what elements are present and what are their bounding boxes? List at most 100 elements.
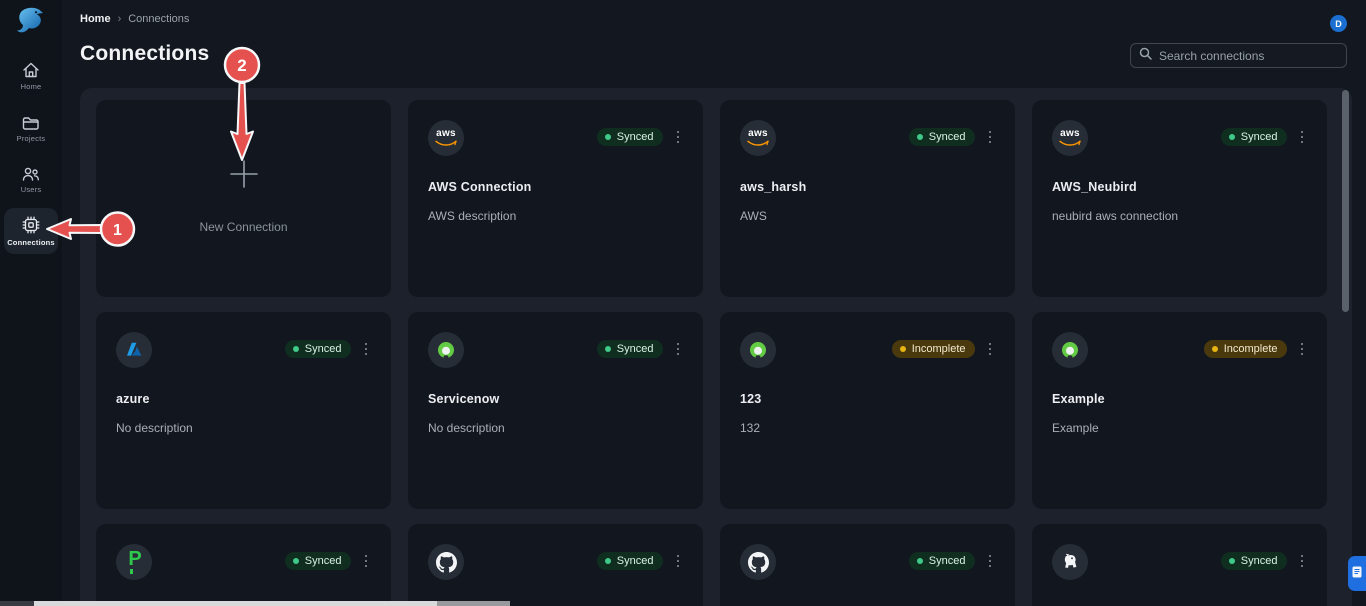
projects-icon [21, 114, 41, 131]
search-input[interactable] [1159, 49, 1338, 63]
sidebar-item-users[interactable]: Users [4, 156, 58, 202]
horizontal-scrollbar-segment [0, 601, 34, 606]
kebab-menu-icon[interactable] [361, 553, 372, 570]
status-label: Synced [617, 131, 654, 143]
docs-widget-button[interactable] [1348, 556, 1366, 591]
status-badge: Synced [597, 552, 663, 570]
connection-card[interactable]: Synced [1032, 524, 1327, 606]
document-icon [1352, 565, 1362, 583]
breadcrumb-home[interactable]: Home [80, 13, 111, 25]
kebab-menu-icon[interactable] [985, 129, 996, 146]
avatar[interactable]: D [1330, 15, 1347, 32]
kebab-menu-icon[interactable] [673, 553, 684, 570]
sidebar-item-label: Home [21, 82, 42, 91]
status-dot-icon [917, 558, 923, 564]
connection-description: No description [116, 421, 371, 435]
connection-title: AWS Connection [428, 180, 683, 194]
sidebar-item-home[interactable]: Home [4, 53, 58, 99]
status-badge: Synced [1221, 552, 1287, 570]
search-icon [1139, 47, 1152, 65]
datadog-icon [1052, 544, 1088, 580]
home-icon [21, 61, 41, 79]
kebab-menu-icon[interactable] [985, 341, 996, 358]
servicenow-icon [1052, 332, 1088, 368]
connection-title: azure [116, 392, 371, 406]
status-dot-icon [900, 346, 906, 352]
page-title: Connections [80, 42, 209, 66]
connection-card[interactable]: aws Synced AWS_Neubird neubird aws conne… [1032, 100, 1327, 297]
servicenow-icon [740, 332, 776, 368]
cards-grid: New Connection aws Synced AWS Connection… [96, 100, 1327, 606]
sidebar-item-label: Connections [7, 238, 55, 247]
status-label: Synced [617, 555, 654, 567]
status-dot-icon [293, 558, 299, 564]
aws-icon: aws [428, 120, 464, 156]
github-icon [428, 544, 464, 580]
vertical-scrollbar[interactable] [1342, 90, 1349, 312]
status-label: Synced [929, 555, 966, 567]
status-label: Synced [305, 555, 342, 567]
status-dot-icon [1229, 558, 1235, 564]
connection-card[interactable]: aws Synced aws_harsh AWS [720, 100, 1015, 297]
status-label: Synced [1241, 131, 1278, 143]
status-badge: Synced [597, 340, 663, 358]
connection-description: No description [428, 421, 683, 435]
github-icon [740, 544, 776, 580]
status-dot-icon [605, 346, 611, 352]
kebab-menu-icon[interactable] [985, 553, 996, 570]
connection-title: Example [1052, 392, 1307, 406]
breadcrumb-current: Connections [128, 13, 189, 25]
kebab-menu-icon[interactable] [361, 341, 372, 358]
kebab-menu-icon[interactable] [1297, 129, 1308, 146]
horizontal-scrollbar[interactable] [0, 601, 510, 606]
connection-title: Servicenow [428, 392, 683, 406]
connection-description: AWS [740, 209, 995, 223]
plus-icon [229, 159, 259, 194]
sidebar-item-projects[interactable]: Projects [4, 105, 58, 151]
connection-card[interactable]: P Synced [96, 524, 391, 606]
connections-page: Home Projects Users [0, 0, 1366, 606]
sidebar-item-connections[interactable]: Connections [4, 208, 58, 254]
connection-card[interactable]: Synced Servicenow No description [408, 312, 703, 509]
status-badge: Incomplete [1204, 340, 1287, 358]
connection-title: AWS_Neubird [1052, 180, 1307, 194]
chevron-right-icon: › [118, 13, 122, 25]
new-connection-label: New Connection [199, 220, 287, 234]
aws-icon: aws [740, 120, 776, 156]
azure-icon [116, 332, 152, 368]
status-badge: Synced [285, 340, 351, 358]
connection-card[interactable]: Synced azure No description [96, 312, 391, 509]
connection-card[interactable]: Incomplete Example Example [1032, 312, 1327, 509]
status-badge: Synced [909, 128, 975, 146]
status-badge: Incomplete [892, 340, 975, 358]
sidebar-item-label: Users [21, 185, 42, 194]
search-box [1130, 43, 1347, 68]
connection-description: neubird aws connection [1052, 209, 1307, 223]
status-dot-icon [605, 134, 611, 140]
kebab-menu-icon[interactable] [1297, 553, 1308, 570]
status-badge: Synced [909, 552, 975, 570]
status-label: Synced [305, 343, 342, 355]
connection-description: Example [1052, 421, 1307, 435]
connection-card[interactable]: Incomplete 123 132 [720, 312, 1015, 509]
kebab-menu-icon[interactable] [673, 129, 684, 146]
kebab-menu-icon[interactable] [1297, 341, 1308, 358]
status-label: Synced [617, 343, 654, 355]
connection-card[interactable]: Synced [408, 524, 703, 606]
kebab-menu-icon[interactable] [673, 341, 684, 358]
status-badge: Synced [597, 128, 663, 146]
new-connection-card[interactable]: New Connection [96, 100, 391, 297]
status-dot-icon [1212, 346, 1218, 352]
status-label: Incomplete [912, 343, 966, 355]
status-label: Synced [929, 131, 966, 143]
connection-title: 123 [740, 392, 995, 406]
status-label: Incomplete [1224, 343, 1278, 355]
connection-card[interactable]: aws Synced AWS Connection AWS descriptio… [408, 100, 703, 297]
connection-card[interactable]: Synced [720, 524, 1015, 606]
falcon-logo-icon[interactable] [13, 6, 49, 38]
horizontal-scrollbar-thumb [437, 601, 510, 606]
status-label: Synced [1241, 555, 1278, 567]
pagerduty-icon: P [116, 544, 152, 580]
status-dot-icon [605, 558, 611, 564]
status-badge: Synced [285, 552, 351, 570]
